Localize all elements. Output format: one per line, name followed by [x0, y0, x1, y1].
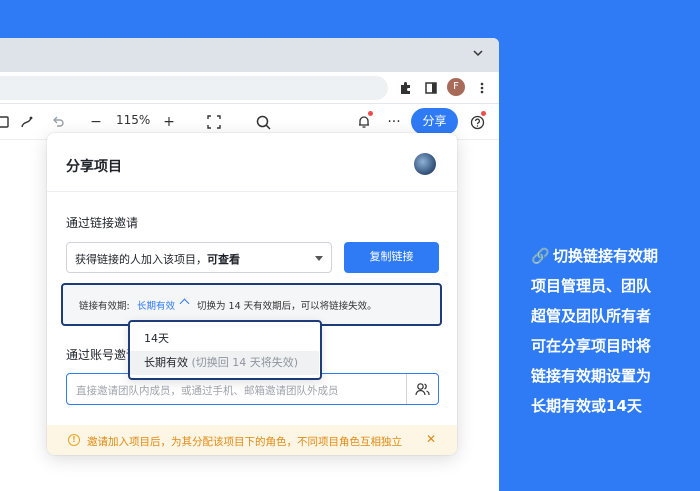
- tab-bar: [0, 38, 499, 72]
- caption-line: 可在分享项目时将: [531, 337, 652, 355]
- close-icon[interactable]: ✕: [426, 432, 436, 446]
- validity-option-14-days[interactable]: 14天: [130, 327, 319, 351]
- frame-icon[interactable]: [0, 112, 14, 132]
- address-bar[interactable]: [0, 76, 388, 100]
- kebab-menu-icon[interactable]: [472, 78, 492, 98]
- notification-dot: [368, 111, 373, 116]
- permission-prefix: 获得链接的人加入该项目，: [75, 253, 207, 266]
- validity-label: 链接有效期:: [79, 301, 130, 312]
- copy-link-button[interactable]: 复制链接: [344, 242, 439, 273]
- sidepanel-icon[interactable]: [421, 78, 441, 98]
- caption-line: 项目管理员、团队: [531, 277, 652, 295]
- help-notification-dot: [481, 111, 486, 116]
- link-section-label: 通过链接邀请: [66, 216, 139, 230]
- profile-avatar[interactable]: F: [447, 78, 465, 96]
- dialog-title: 分享项目: [66, 159, 122, 175]
- zoom-level[interactable]: 115%: [116, 113, 150, 127]
- fit-screen-icon[interactable]: [204, 112, 224, 132]
- more-icon[interactable]: ···: [384, 112, 404, 132]
- validity-hint: 切换为 14 天有效期后，可以将链接失效。: [197, 301, 377, 312]
- undo-icon[interactable]: [48, 112, 68, 132]
- caption-line: 超管及团队所有者: [531, 307, 652, 325]
- feature-caption: 🔗 切换链接有效期 项目管理员、团队 超管及团队所有者 可在分享项目时将 链接有效…: [531, 246, 658, 426]
- puzzle-icon[interactable]: [396, 78, 416, 98]
- zoom-out-button[interactable]: −: [86, 112, 106, 132]
- share-button[interactable]: 分享: [411, 108, 458, 135]
- notice-bar: ! 邀请加入项目后，为其分配该项目下的角色，不同项目角色互相独立 ✕: [47, 425, 457, 455]
- permission-access: 可查看: [207, 253, 240, 266]
- invite-placeholder: 直接邀请团队内成员，或通过手机、邮箱邀请团队外成员: [76, 385, 339, 397]
- chevron-up-icon[interactable]: [179, 298, 190, 309]
- notice-text: 邀请加入项目后，为其分配该项目下的角色，不同项目角色互相独立: [87, 436, 402, 448]
- caption-line: 长期有效或14天: [531, 397, 642, 415]
- validity-select[interactable]: 长期有效: [137, 298, 175, 312]
- chevron-down-icon: [315, 256, 323, 261]
- search-icon[interactable]: [253, 112, 273, 132]
- caption-line: 链接有效期设置为: [531, 367, 652, 385]
- divider: [47, 191, 457, 192]
- warning-icon: !: [68, 434, 80, 446]
- zoom-in-button[interactable]: +: [159, 112, 179, 132]
- link-icon: 🔗: [531, 247, 550, 265]
- permission-select[interactable]: 获得链接的人加入该项目，可查看: [66, 242, 332, 273]
- navigation-bar: [0, 72, 499, 104]
- caption-line: 切换链接有效期: [553, 247, 659, 265]
- add-members-icon[interactable]: [406, 374, 438, 404]
- validity-dropdown: 14天 长期有效 (切换回 14 天将失效): [128, 320, 322, 380]
- pen-curve-icon[interactable]: [17, 112, 37, 132]
- share-dialog: 分享项目 通过链接邀请 获得链接的人加入该项目，可查看 复制链接 链接有效期: …: [47, 133, 457, 455]
- validity-option-permanent[interactable]: 长期有效 (切换回 14 天将失效): [130, 351, 319, 375]
- chevron-down-icon[interactable]: [469, 46, 487, 64]
- avatar[interactable]: [414, 153, 436, 175]
